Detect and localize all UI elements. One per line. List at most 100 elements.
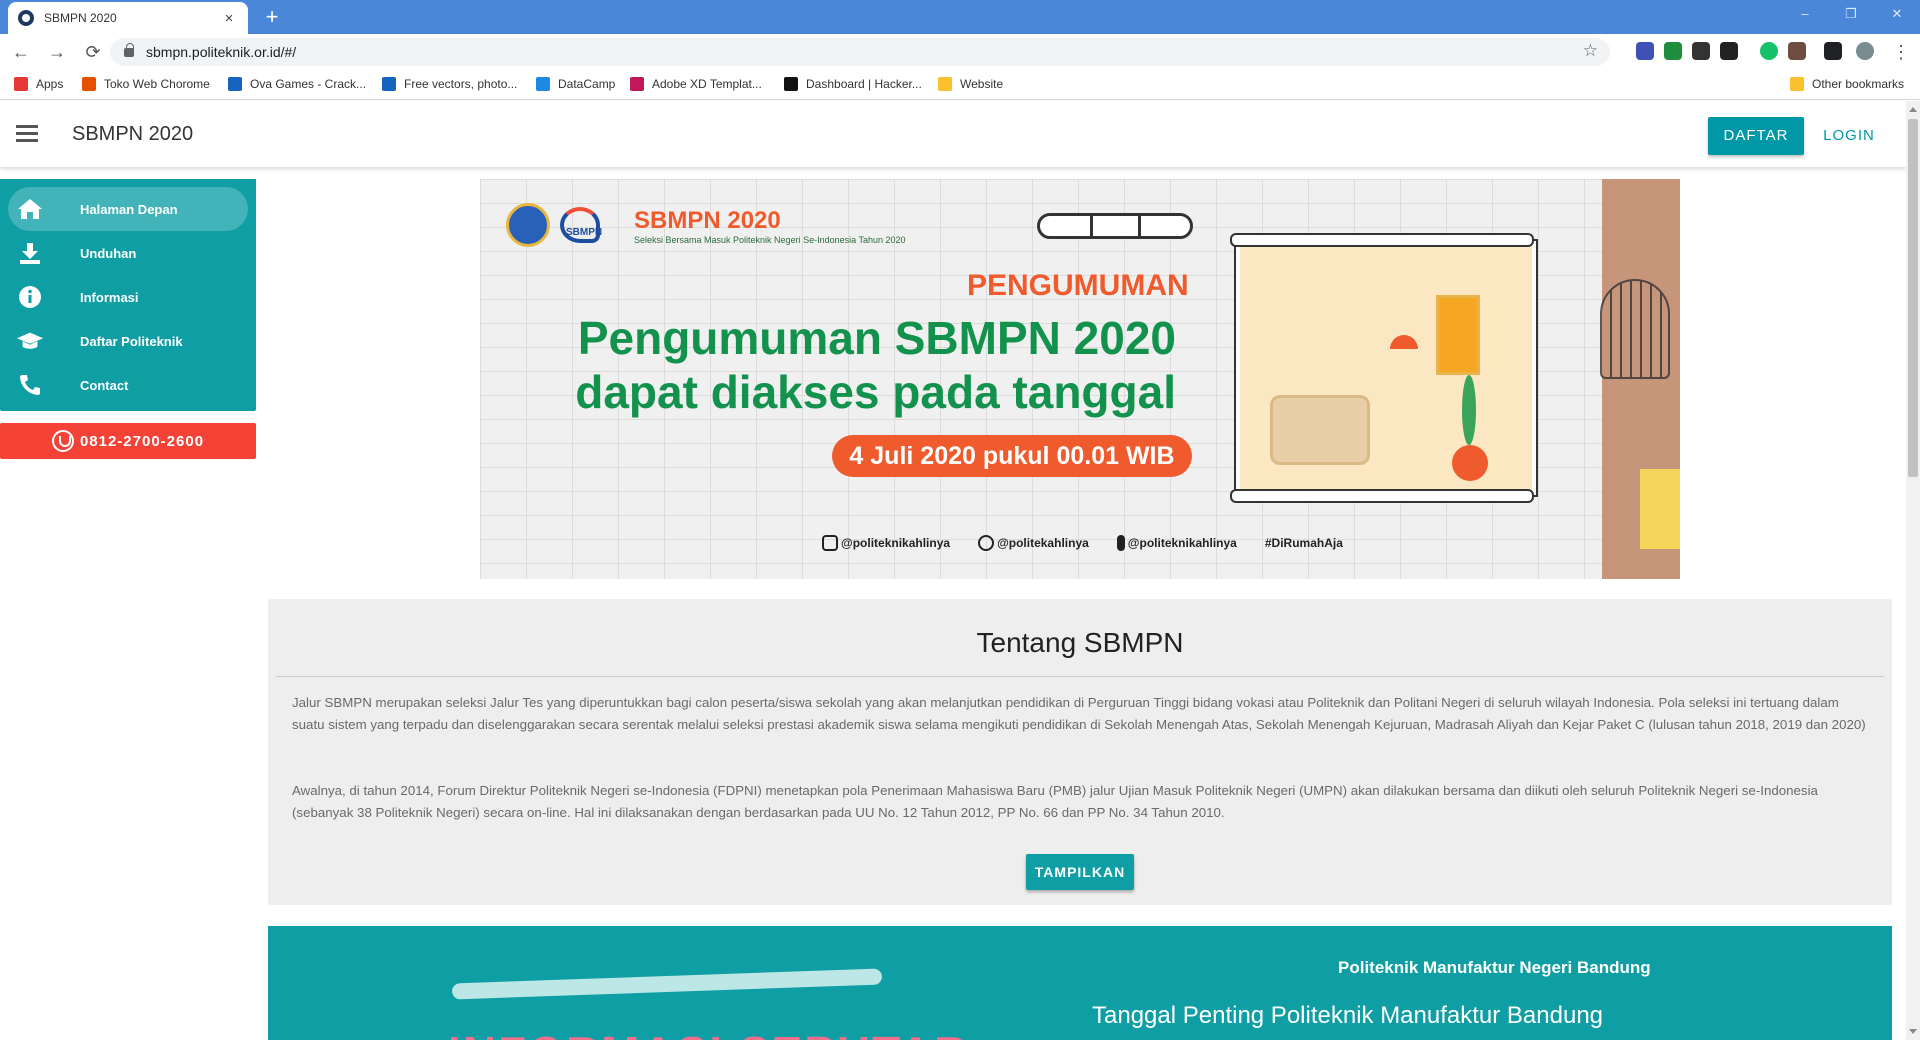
hashtag: #DiRumahAja bbox=[1264, 536, 1343, 550]
close-window-button[interactable]: ✕ bbox=[1874, 0, 1920, 30]
bookmark-star-icon[interactable]: ☆ bbox=[1583, 41, 1598, 61]
lock-icon bbox=[124, 42, 134, 57]
sidebar-item-daftar-politeknik[interactable]: Daftar Politeknik bbox=[8, 319, 248, 363]
birdcage-illustration bbox=[1600, 279, 1670, 379]
graduation-cap-icon bbox=[16, 327, 44, 355]
instagram-handle: @politeknikahlinya bbox=[822, 535, 950, 551]
banner-logos: SBMPN bbox=[506, 203, 616, 247]
scroll-down-icon[interactable] bbox=[1909, 1029, 1917, 1034]
whatsapp-icon bbox=[51, 430, 74, 452]
tentang-card: Tentang SBMPN Jalur SBMPN merupakan sele… bbox=[268, 599, 1892, 905]
folder-icon bbox=[1790, 77, 1804, 91]
scroll-up-icon[interactable] bbox=[1909, 107, 1917, 112]
grammarly-icon[interactable] bbox=[1760, 42, 1778, 60]
home-icon bbox=[16, 195, 44, 223]
twitter-icon bbox=[978, 535, 995, 551]
sidebar-item-unduhan[interactable]: Unduhan bbox=[8, 231, 248, 275]
site-favicon-icon bbox=[18, 10, 34, 26]
twitter-handle: @politekahlinya bbox=[978, 535, 1089, 551]
address-bar[interactable]: sbmpn.politeknik.or.id/#/ ☆ bbox=[110, 38, 1610, 66]
bookmark-item[interactable]: DataCamp bbox=[536, 77, 615, 91]
bookmark-favicon-icon bbox=[784, 77, 798, 91]
sidebar-item-contact[interactable]: Contact bbox=[8, 363, 248, 407]
tab-title: SBMPN 2020 bbox=[44, 11, 117, 25]
banner-brand-subtitle: Seleksi Bersama Masuk Politeknik Negeri … bbox=[634, 235, 906, 245]
whatsapp-number: 0812-2700-2600 bbox=[79, 432, 205, 450]
bookmark-apps[interactable]: Apps bbox=[14, 77, 63, 91]
sidebar-item-informasi[interactable]: Informasi bbox=[8, 275, 248, 319]
extension-icon[interactable] bbox=[1636, 42, 1654, 60]
bookmark-item[interactable]: Dashboard | Hacker... bbox=[784, 77, 922, 91]
download-icon bbox=[16, 239, 44, 267]
banner-window-illustration bbox=[1230, 233, 1538, 503]
bookmark-folder[interactable]: Website bbox=[938, 77, 1003, 91]
tampilkan-button[interactable]: TAMPILKAN bbox=[1026, 854, 1134, 890]
banner-socials: @politeknikahlinya @politekahlinya @poli… bbox=[822, 535, 1343, 551]
tentang-paragraph-1: Jalur SBMPN merupakan seleksi Jalur Tes … bbox=[292, 695, 1866, 732]
banner-brand-title: SBMPN 2020 bbox=[634, 207, 781, 234]
important-dates-title: Tanggal Penting Politeknik Manufaktur Ba… bbox=[1092, 1002, 1604, 1029]
extension-icon[interactable] bbox=[1664, 42, 1682, 60]
banner-pengumuman-label: PENGUMUMAN bbox=[967, 269, 1189, 302]
puzzle-extensions-icon[interactable] bbox=[1824, 42, 1842, 60]
back-button[interactable]: ← bbox=[6, 37, 36, 67]
bookmark-item[interactable]: Ova Games - Crack... bbox=[228, 77, 366, 91]
school-name: Politeknik Manufaktur Negeri Bandung bbox=[1338, 958, 1651, 977]
minimize-button[interactable]: – bbox=[1782, 0, 1828, 30]
extension-icon[interactable] bbox=[1720, 42, 1738, 60]
info-heading: INFORMASI SEPUTAR bbox=[448, 1026, 969, 1040]
phone-icon bbox=[16, 371, 44, 399]
facebook-icon bbox=[1116, 535, 1125, 551]
bookmark-favicon-icon bbox=[630, 77, 644, 91]
browser-tab-bar: SBMPN 2020 × + – ❐ ✕ bbox=[0, 0, 1920, 34]
login-button[interactable]: LOGIN bbox=[1814, 117, 1884, 155]
tut-wuri-handayani-logo bbox=[506, 203, 550, 247]
facebook-handle: @politeknikahlinya bbox=[1116, 535, 1237, 551]
banner-decoration bbox=[1037, 213, 1193, 239]
browser-tab[interactable]: SBMPN 2020 × bbox=[8, 2, 248, 34]
divider bbox=[276, 676, 1884, 677]
brush-stroke-decoration bbox=[451, 968, 883, 1000]
page-scrollbar[interactable] bbox=[1906, 101, 1920, 1040]
banner-date-pill: 4 Juli 2020 pukul 00.01 WIB bbox=[832, 435, 1192, 477]
cloth-illustration bbox=[1640, 469, 1680, 549]
forward-button[interactable]: → bbox=[42, 37, 72, 67]
bookmark-item[interactable]: Toko Web Chorome bbox=[82, 77, 210, 91]
info-icon bbox=[16, 283, 44, 311]
bookmark-favicon-icon bbox=[228, 77, 242, 91]
url-text: sbmpn.politeknik.or.id/#/ bbox=[146, 44, 297, 60]
tentang-title: Tentang SBMPN bbox=[976, 627, 1184, 658]
new-tab-button[interactable]: + bbox=[258, 4, 286, 30]
announcement-banner: SBMPN SBMPN 2020 Seleksi Bersama Masuk P… bbox=[480, 179, 1680, 579]
tentang-paragraph-2: Awalnya, di tahun 2014, Forum Direktur P… bbox=[292, 783, 1818, 820]
extension-icon[interactable] bbox=[1692, 42, 1710, 60]
site-brand[interactable]: SBMPN 2020 bbox=[72, 123, 193, 146]
reload-button[interactable]: ⟳ bbox=[78, 37, 108, 67]
sidebar-item-halaman-depan[interactable]: Halaman Depan bbox=[8, 187, 248, 231]
restore-button[interactable]: ❐ bbox=[1828, 0, 1874, 30]
banner-headline: Pengumuman SBMPN 2020 dapat diakses pada… bbox=[575, 312, 1176, 418]
whatsapp-button[interactable]: 0812-2700-2600 bbox=[0, 423, 256, 459]
bookmark-favicon-icon bbox=[536, 77, 550, 91]
folder-icon bbox=[938, 77, 952, 91]
extension-icon[interactable] bbox=[1788, 42, 1806, 60]
bookmark-favicon-icon bbox=[382, 77, 396, 91]
tab-close-icon[interactable]: × bbox=[220, 10, 238, 27]
hamburger-menu-icon[interactable] bbox=[16, 125, 38, 143]
sbmpn-logo: SBMPN bbox=[560, 203, 616, 247]
info-section: INFORMASI SEPUTAR Politeknik Manufaktur … bbox=[268, 926, 1892, 1040]
browser-menu-icon[interactable]: ⋮ bbox=[1886, 37, 1916, 67]
scroll-thumb[interactable] bbox=[1908, 119, 1918, 477]
bookmark-item[interactable]: Adobe XD Templat... bbox=[630, 77, 762, 91]
bookmark-item[interactable]: Free vectors, photo... bbox=[382, 77, 517, 91]
bookmark-favicon-icon bbox=[82, 77, 96, 91]
apps-grid-icon bbox=[14, 77, 28, 91]
sidebar-nav: Halaman Depan Unduhan Informasi Daftar P… bbox=[0, 179, 256, 411]
instagram-icon bbox=[822, 535, 838, 551]
bookmarks-bar: Apps Toko Web Chorome Ova Games - Crack.… bbox=[0, 70, 1920, 100]
daftar-button[interactable]: DAFTAR bbox=[1708, 117, 1804, 155]
app-header: SBMPN 2020 DAFTAR LOGIN bbox=[0, 101, 1906, 167]
other-bookmarks[interactable]: Other bookmarks bbox=[1790, 77, 1904, 91]
profile-avatar[interactable] bbox=[1856, 42, 1874, 60]
browser-toolbar: ← → ⟳ sbmpn.politeknik.or.id/#/ ☆ ⋮ bbox=[0, 34, 1920, 70]
